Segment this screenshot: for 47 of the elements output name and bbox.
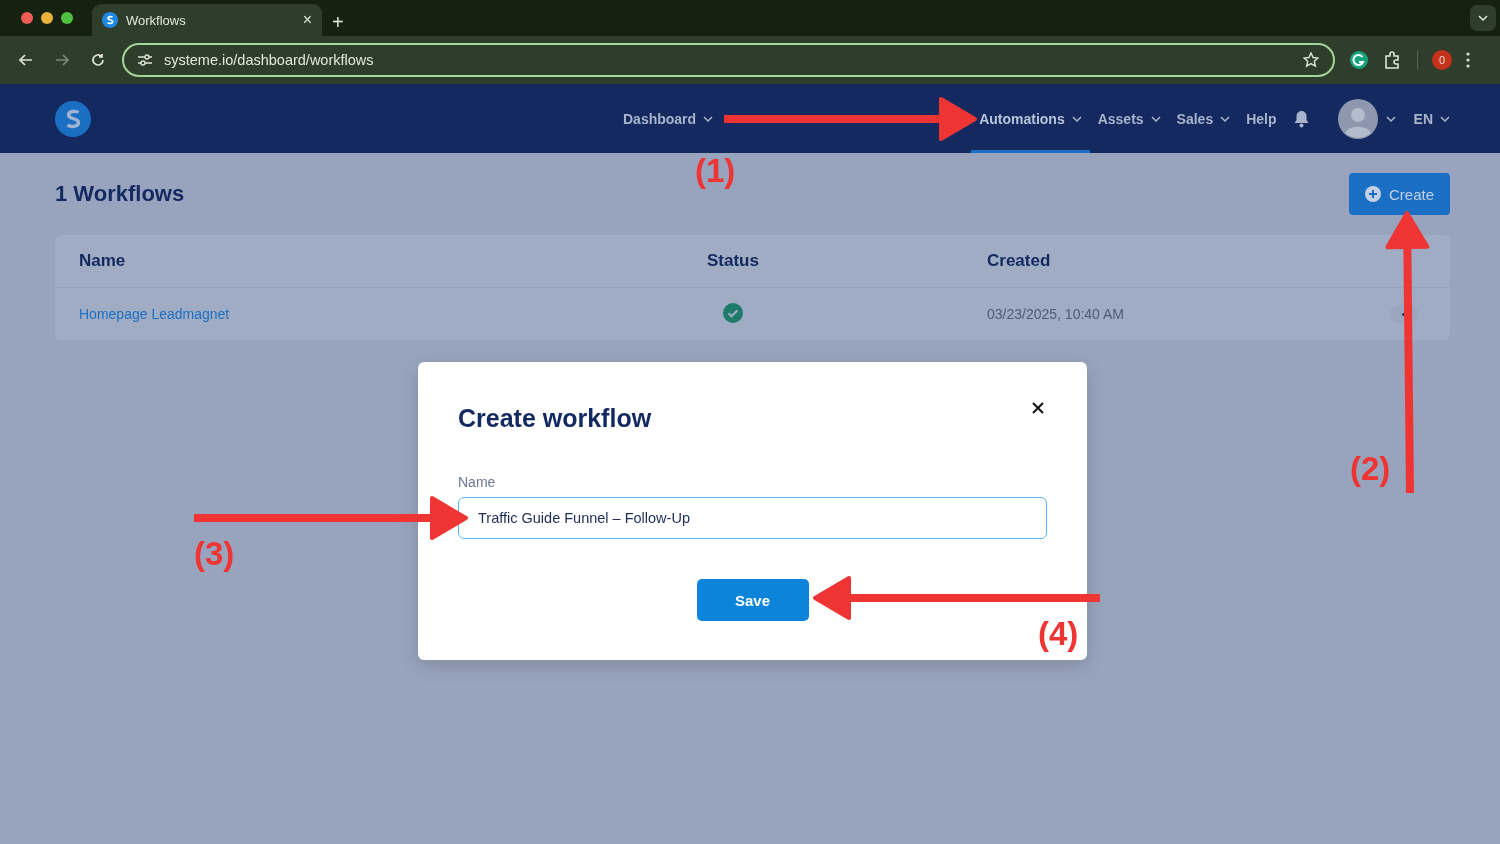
avatar-icon[interactable]: [1337, 98, 1378, 139]
tab-search-button[interactable]: [1470, 5, 1496, 31]
close-button[interactable]: [1031, 402, 1045, 416]
annotation-label: (2): [1350, 450, 1391, 488]
bookmark-star-icon[interactable]: [1303, 52, 1319, 68]
forward-arrow-icon: [55, 54, 69, 66]
bell-icon[interactable]: [1292, 109, 1310, 128]
save-button[interactable]: Save: [696, 579, 809, 621]
dot-icon: [1402, 312, 1405, 316]
create-button[interactable]: Create: [1348, 173, 1450, 215]
column-header: Status: [707, 251, 760, 271]
close-tab-button[interactable]: ×: [302, 12, 312, 28]
app-logo-icon[interactable]: [55, 100, 91, 137]
nav-menu-item[interactable]: Dashboard: [615, 84, 722, 153]
minimize-window-button[interactable]: [41, 12, 53, 24]
site-logo-icon: [102, 12, 118, 28]
tab-title: Workflows: [126, 12, 187, 28]
close-icon: [1032, 402, 1044, 414]
language-selector[interactable]: EN: [1413, 110, 1450, 127]
column-header: Name: [79, 251, 127, 271]
nav-menu-item[interactable]: Assets: [1089, 84, 1169, 153]
annotation-label: (4): [1038, 615, 1079, 653]
address-bar[interactable]: systeme.io/dashboard/workflows: [122, 43, 1335, 77]
annotation-label: (1): [695, 152, 736, 190]
browser-tab[interactable]: Workflows ×: [92, 4, 322, 36]
close-window-button[interactable]: [21, 12, 33, 24]
profile-badge[interactable]: 0: [1432, 50, 1452, 70]
reload-icon: [91, 53, 105, 67]
column-header: Created: [987, 251, 1052, 271]
chevron-down-icon: [1478, 15, 1488, 21]
plus-circle-icon: [1364, 186, 1381, 202]
maximize-window-button[interactable]: [61, 12, 73, 24]
grammar-extension-icon[interactable]: [1349, 50, 1369, 70]
new-tab-button[interactable]: +: [332, 12, 344, 32]
back-arrow-icon: [19, 54, 33, 66]
nav-menu-item[interactable]: Help: [1238, 84, 1285, 153]
site-settings-icon: [138, 54, 152, 66]
kebab-menu-icon[interactable]: [1466, 52, 1470, 68]
nav-menu-item[interactable]: Sales: [1168, 84, 1239, 153]
chevron-down-icon: [1440, 115, 1450, 122]
dialog-title: Create workflow: [458, 403, 652, 434]
field-label: Name: [458, 474, 497, 490]
page-title: 1 Workflows: [55, 181, 185, 207]
chevron-down-icon: [1385, 115, 1396, 122]
annotation-label: (3): [194, 535, 235, 573]
table-cell-text: 03/23/2025, 10:40 AM: [987, 306, 1125, 322]
name-input-field[interactable]: Traffic Guide Funnel – Follow-Up: [458, 497, 1047, 539]
